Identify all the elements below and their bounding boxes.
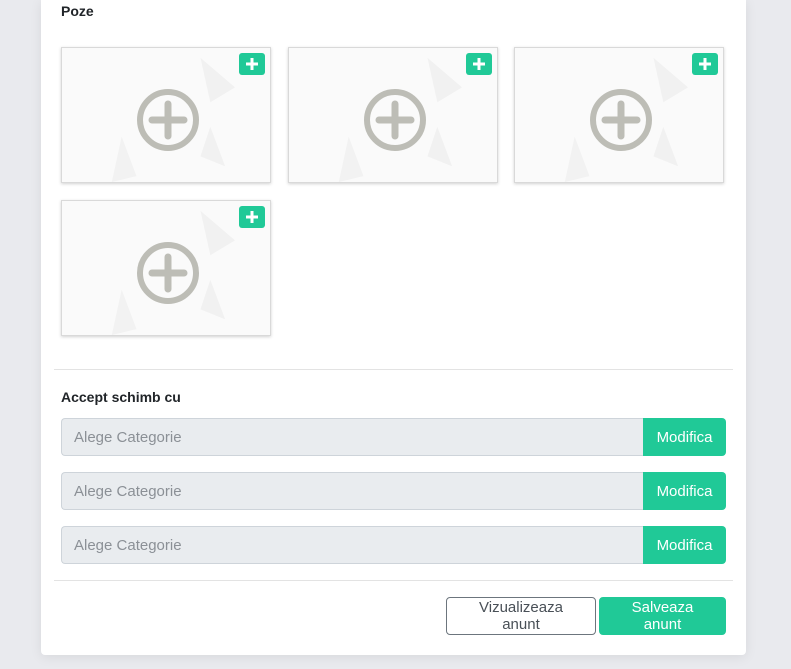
modify-category-button-1[interactable]: Modifica <box>643 418 726 456</box>
footer-divider <box>54 580 733 581</box>
category-input-2[interactable] <box>61 472 643 510</box>
photo-slot-3[interactable] <box>514 47 724 183</box>
category-input-3[interactable] <box>61 526 643 564</box>
photo-slot-2[interactable] <box>288 47 498 183</box>
add-photo-button-1[interactable] <box>239 53 265 75</box>
add-photo-button-4[interactable] <box>239 206 265 228</box>
plus-circle-icon <box>590 89 652 151</box>
exchange-category-row-2: Modifica <box>61 472 726 510</box>
category-input-1[interactable] <box>61 418 643 456</box>
section-divider <box>54 369 733 370</box>
save-ad-button[interactable]: Salveaza anunt <box>599 597 726 635</box>
plus-icon <box>246 58 258 70</box>
photo-slot-1[interactable] <box>61 47 271 183</box>
preview-ad-button[interactable]: Vizualizeaza anunt <box>446 597 596 635</box>
ad-form-card: Poze Accept schimb cu Alege Categorie Mo… <box>41 0 746 655</box>
plus-circle-icon <box>137 89 199 151</box>
plus-icon <box>246 211 258 223</box>
exchange-section-title: Accept schimb cu <box>61 389 181 405</box>
plus-icon <box>473 58 485 70</box>
plus-circle-icon <box>364 89 426 151</box>
photos-section-title: Poze <box>61 3 94 19</box>
add-photo-button-2[interactable] <box>466 53 492 75</box>
modify-category-button-2[interactable]: Modifica <box>643 472 726 510</box>
plus-circle-icon <box>137 242 199 304</box>
exchange-category-row-3: Modifica <box>61 526 726 564</box>
exchange-category-row-1: Modifica <box>61 418 726 456</box>
photo-slot-4[interactable] <box>61 200 271 336</box>
plus-icon <box>699 58 711 70</box>
modify-category-button-3[interactable]: Modifica <box>643 526 726 564</box>
add-photo-button-3[interactable] <box>692 53 718 75</box>
